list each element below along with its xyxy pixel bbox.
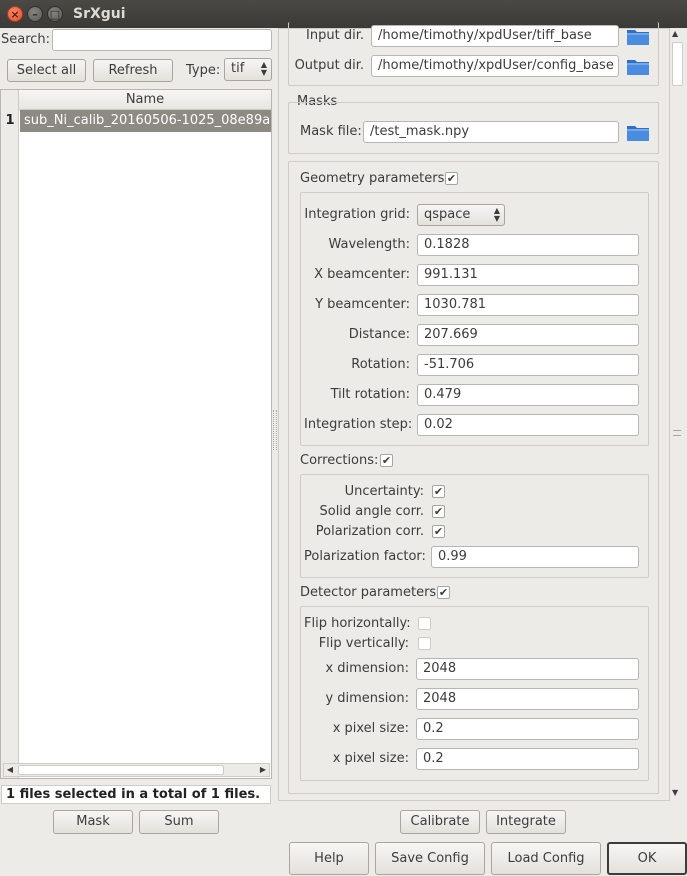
file-table: Name 1 sub_Ni_calib_20160506-1025_08e89a… xyxy=(0,89,272,779)
x-beamcenter-field[interactable]: 991.131 xyxy=(417,264,639,286)
mask-file-field[interactable]: /test_mask.npy xyxy=(363,121,619,143)
input-dir-label: Input dir. xyxy=(306,28,364,43)
flip-horizontally-label: Flip horizontally: xyxy=(304,616,411,631)
sum-button[interactable]: Sum xyxy=(139,810,219,834)
type-select[interactable]: tif ▲ ▼ xyxy=(224,58,272,81)
distance-label: Distance: xyxy=(348,327,410,342)
polarization-factor-field[interactable]: 0.99 xyxy=(431,546,639,568)
scroll-down-icon[interactable]: ▼ xyxy=(672,788,678,797)
y-beamcenter-field[interactable]: 1030.781 xyxy=(417,294,639,316)
x-pixel-size-label: x pixel size: xyxy=(332,721,409,736)
y-beamcenter-label: Y beamcenter: xyxy=(315,297,410,312)
flip-vertically-checkbox[interactable] xyxy=(418,637,431,650)
polarization-corr-checkbox[interactable]: ✔ xyxy=(432,525,445,538)
search-input[interactable] xyxy=(52,29,272,51)
flip-vertically-label: Flip vertically: xyxy=(318,636,409,651)
vscroll-thumb[interactable] xyxy=(672,42,683,86)
x-beamcenter-label: X beamcenter: xyxy=(314,267,410,282)
x-dimension-label: x dimension: xyxy=(325,661,409,676)
type-label: Type: xyxy=(186,63,221,78)
ok-button[interactable]: OK xyxy=(607,842,687,875)
folder-icon[interactable] xyxy=(626,26,650,46)
tilt-rotation-field[interactable]: 0.479 xyxy=(417,384,639,406)
distance-field[interactable]: 207.669 xyxy=(417,324,639,346)
uncertainty-label: Uncertainty: xyxy=(344,484,424,499)
integration-grid-value: qspace xyxy=(424,207,471,222)
corrections-label: Corrections: xyxy=(300,453,379,468)
window-title: SrXgui xyxy=(73,6,126,22)
select-all-button[interactable]: Select all xyxy=(7,59,86,82)
scroll-up-icon[interactable]: ▲ xyxy=(672,29,678,38)
minimize-window-icon[interactable]: – xyxy=(27,6,43,22)
integration-step-label: Integration step: xyxy=(304,417,413,432)
splitter-handle[interactable] xyxy=(273,410,277,450)
help-button[interactable]: Help xyxy=(289,842,369,875)
geometry-checkbox[interactable]: ✔ xyxy=(445,172,458,185)
solid-angle-checkbox[interactable]: ✔ xyxy=(432,505,445,518)
column-header-name[interactable]: Name xyxy=(19,90,271,110)
folder-icon[interactable] xyxy=(626,56,650,76)
geometry-group xyxy=(300,192,649,446)
folder-icon[interactable] xyxy=(626,122,650,142)
integration-grid-select[interactable]: qspace ▲ ▼ xyxy=(417,204,505,226)
vertical-scrollbar[interactable]: ▲ ▼ xyxy=(670,28,685,801)
integration-step-field[interactable]: 0.02 xyxy=(417,414,639,436)
rotation-label: Rotation: xyxy=(351,357,410,372)
integration-grid-label: Integration grid: xyxy=(304,207,410,222)
x-dimension-field[interactable]: 2048 xyxy=(416,658,639,680)
rotation-field[interactable]: -51.706 xyxy=(417,354,639,376)
row-header-column xyxy=(1,90,19,778)
close-window-icon[interactable]: × xyxy=(7,6,23,22)
scroll-right-icon[interactable]: ▶ xyxy=(257,764,269,776)
status-text: 1 files selected in a total of 1 files. xyxy=(6,787,261,802)
corrections-checkbox[interactable]: ✔ xyxy=(380,454,393,467)
y-dimension-field[interactable]: 2048 xyxy=(416,688,639,710)
row-index: 1 xyxy=(5,113,15,128)
polarization-corr-label: Polarization corr. xyxy=(315,524,424,539)
output-dir-label: Output dir. xyxy=(294,58,364,73)
scroll-thumb[interactable] xyxy=(18,765,224,775)
detector-label: Detector parameters: xyxy=(300,585,441,600)
updown-arrow-icon: ▲ ▼ xyxy=(493,206,500,223)
mask-button[interactable]: Mask xyxy=(53,810,133,834)
scroll-left-icon[interactable]: ◀ xyxy=(4,764,16,776)
type-select-value: tif xyxy=(231,61,245,76)
updown-arrow-icon: ▲ ▼ xyxy=(260,60,267,77)
wavelength-field[interactable]: 0.1828 xyxy=(417,234,639,256)
maximize-window-icon[interactable]: □ xyxy=(47,6,63,22)
calibrate-button[interactable]: Calibrate xyxy=(400,810,480,834)
output-dir-field[interactable]: /home/timothy/xpdUser/config_base xyxy=(371,55,619,77)
solid-angle-label: Solid angle corr. xyxy=(319,504,424,519)
y-pixel-size-label: x pixel size: xyxy=(332,751,409,766)
refresh-button[interactable]: Refresh xyxy=(93,59,173,82)
search-label: Search: xyxy=(1,32,51,47)
save-config-button[interactable]: Save Config xyxy=(375,842,485,875)
tilt-rotation-label: Tilt rotation: xyxy=(330,387,410,402)
mask-file-label: Mask file: xyxy=(300,124,362,139)
geometry-label: Geometry parameters: xyxy=(300,171,449,186)
y-pixel-size-field[interactable]: 0.2 xyxy=(416,748,639,770)
status-box: 1 files selected in a total of 1 files. xyxy=(1,785,271,804)
integrate-button[interactable]: Integrate xyxy=(486,810,566,834)
uncertainty-checkbox[interactable]: ✔ xyxy=(432,485,445,498)
scroll-grip xyxy=(673,430,681,436)
polarization-factor-label: Polarization factor: xyxy=(304,549,426,564)
table-row[interactable]: sub_Ni_calib_20160506-1025_08e89a86 xyxy=(20,110,271,132)
y-dimension-label: y dimension: xyxy=(325,691,409,706)
wavelength-label: Wavelength: xyxy=(328,237,411,252)
load-config-button[interactable]: Load Config xyxy=(491,842,601,875)
x-pixel-size-field[interactable]: 0.2 xyxy=(416,718,639,740)
detector-checkbox[interactable]: ✔ xyxy=(437,586,450,599)
horizontal-scrollbar[interactable]: ◀ ▶ xyxy=(3,763,270,777)
flip-horizontally-checkbox[interactable] xyxy=(418,617,431,630)
input-dir-field[interactable]: /home/timothy/xpdUser/tiff_base xyxy=(371,25,619,47)
